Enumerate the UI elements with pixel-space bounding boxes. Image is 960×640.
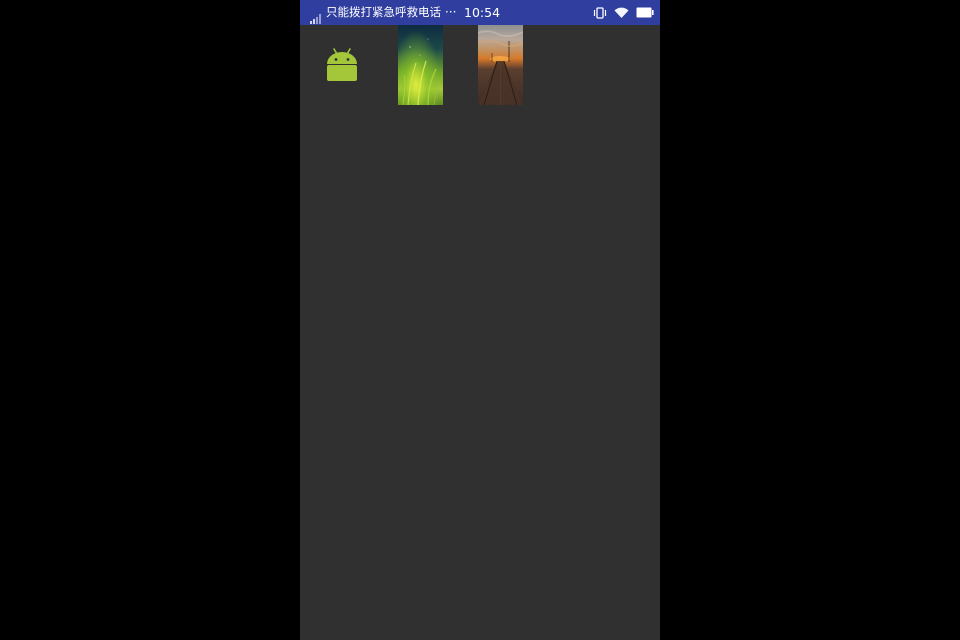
status-bar: 只能拨打紧急呼救电话 ··· 10:54 — [300, 0, 660, 25]
pier-sunset-image[interactable] — [478, 25, 523, 105]
clock: 10:54 — [464, 5, 501, 20]
status-bar-left: 只能拨打紧急呼救电话 ··· — [310, 0, 456, 25]
phone-screen: 只能拨打紧急呼救电话 ··· 10:54 — [300, 0, 660, 640]
content-area — [300, 25, 660, 640]
signal-icon — [310, 8, 322, 24]
wifi-icon — [614, 7, 629, 19]
vibrate-icon — [593, 6, 607, 19]
android-icon[interactable] — [325, 47, 359, 83]
status-bar-right — [593, 0, 654, 25]
more-notifications-indicator: ··· — [445, 5, 457, 19]
carrier-text: 只能拨打紧急呼救电话 — [326, 5, 441, 19]
grass-wallpaper-image[interactable] — [398, 25, 443, 105]
battery-icon — [636, 7, 654, 18]
